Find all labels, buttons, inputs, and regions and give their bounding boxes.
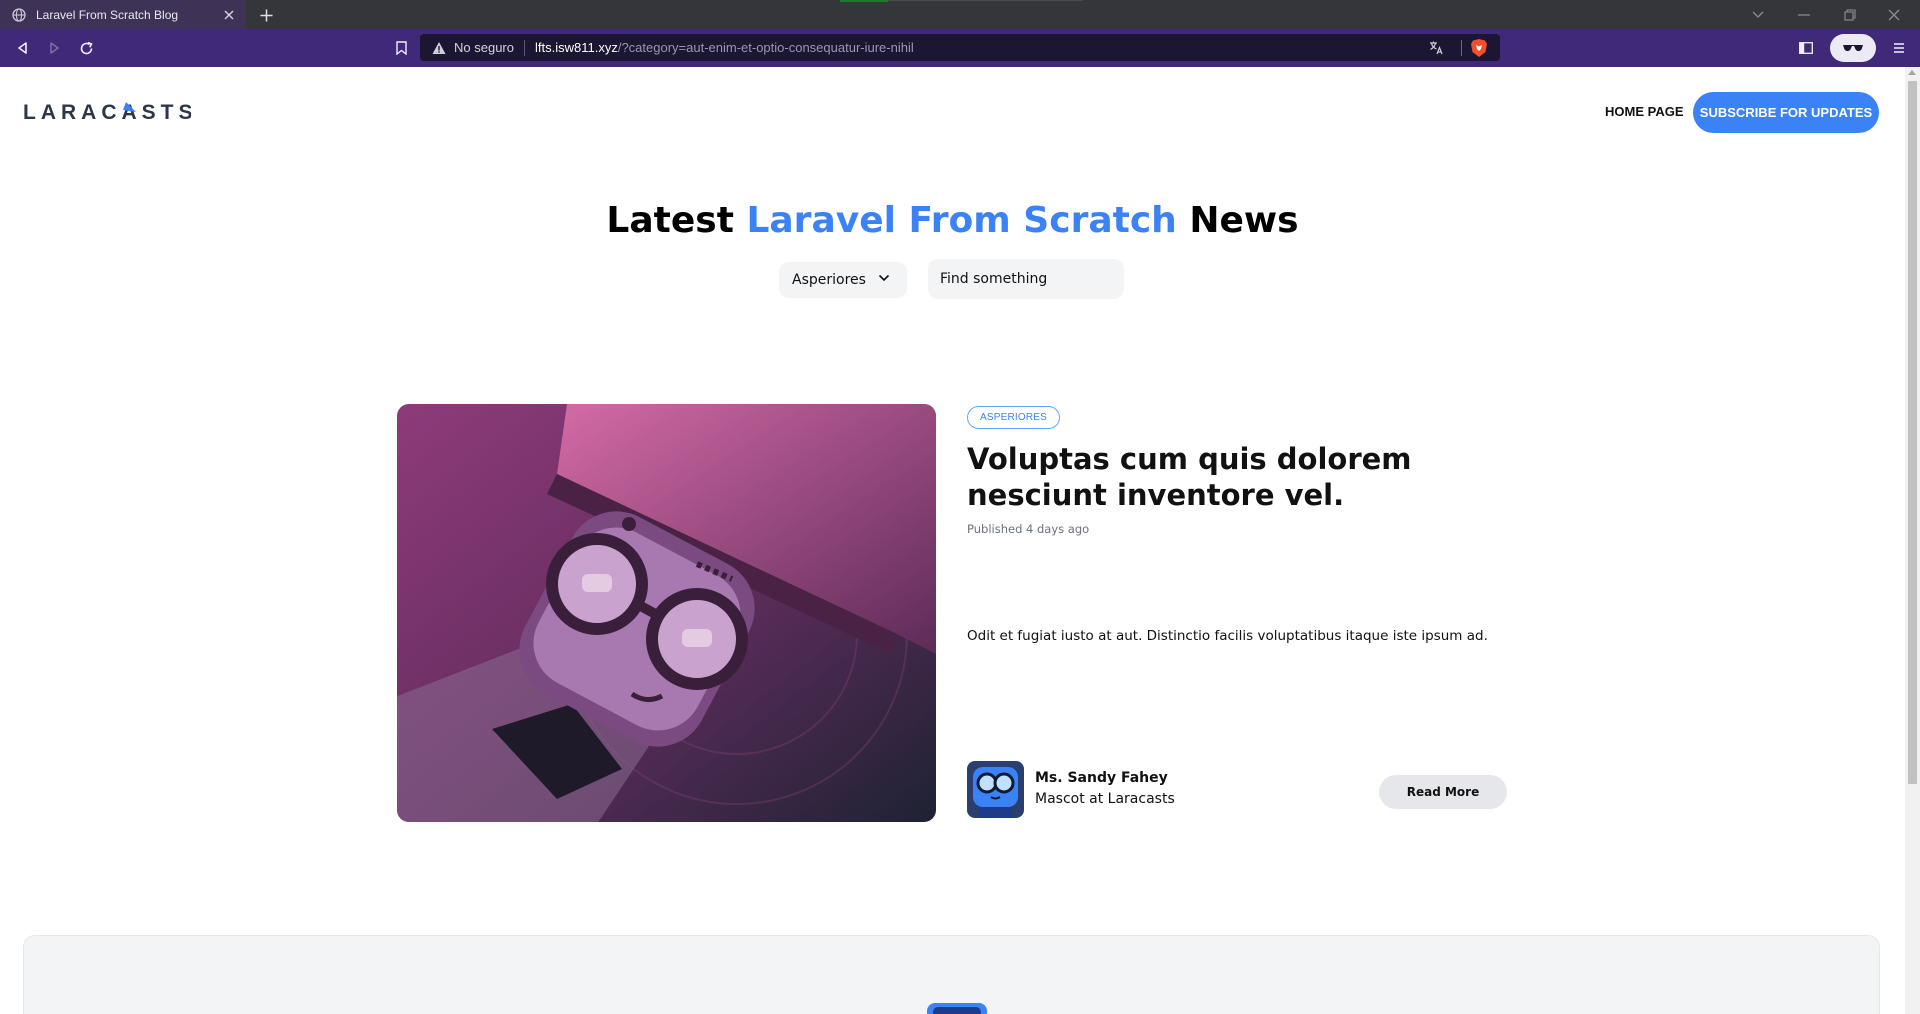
category-dropdown[interactable]: Asperiores xyxy=(779,262,907,298)
restore-icon[interactable] xyxy=(1837,4,1863,26)
title-prefix: Latest xyxy=(606,200,747,241)
forward-icon[interactable] xyxy=(43,37,65,59)
author-role: Mascot at Laracasts xyxy=(1035,791,1175,807)
omnibox-separator xyxy=(523,39,525,56)
category-selected-value: Asperiores xyxy=(792,272,866,288)
url-path: /?category=aut-enim-et-optio-consequatur… xyxy=(617,40,914,55)
scroll-up-icon[interactable] xyxy=(1908,70,1916,75)
private-window-icon[interactable] xyxy=(1830,34,1876,62)
tab-search-chevron-icon[interactable] xyxy=(1745,4,1771,26)
page-content: LARACASTS HOME PAGE SUBSCRIBE FOR UPDATE… xyxy=(0,67,1905,1014)
sidebar-toggle-icon[interactable] xyxy=(1795,37,1817,59)
scrollbar-thumb[interactable] xyxy=(1908,81,1917,784)
new-tab-button[interactable] xyxy=(256,5,276,25)
read-more-button[interactable]: Read More xyxy=(1379,775,1507,809)
brave-shields-icon[interactable] xyxy=(1470,38,1488,58)
minimize-icon[interactable] xyxy=(1791,4,1817,26)
logo-wordmark: LARACASTS xyxy=(23,101,191,123)
author-avatar xyxy=(967,761,1024,818)
browser-tab[interactable]: Laravel From Scratch Blog xyxy=(0,0,246,29)
security-label[interactable]: No seguro xyxy=(454,40,514,55)
newsletter-mascot-icon xyxy=(927,1003,987,1014)
close-window-icon[interactable] xyxy=(1881,4,1907,26)
post-title[interactable]: Voluptas cum quis dolorem nesciunt inven… xyxy=(967,441,1527,513)
post-thumbnail-image xyxy=(397,404,936,822)
back-icon[interactable] xyxy=(12,37,34,59)
published-date: Published 4 days ago xyxy=(967,522,1090,536)
close-tab-icon[interactable] xyxy=(220,6,238,24)
title-suffix: News xyxy=(1176,200,1299,241)
menu-icon[interactable] xyxy=(1889,37,1909,59)
globe-icon xyxy=(12,7,26,22)
title-accent: Laravel From Scratch xyxy=(746,200,1177,241)
chevron-down-icon xyxy=(878,274,890,282)
warning-icon xyxy=(432,41,446,54)
browser-tabstrip: Laravel From Scratch Blog xyxy=(0,0,1920,29)
tab-title: Laravel From Scratch Blog xyxy=(36,7,179,22)
author-name[interactable]: Ms. Sandy Fahey xyxy=(1035,770,1168,786)
tabstrip-divider xyxy=(888,0,1083,1)
reload-icon[interactable] xyxy=(75,37,97,59)
post-excerpt: Odit et fugiat iusto at aut. Distinctio … xyxy=(967,628,1488,644)
translate-icon[interactable] xyxy=(1428,40,1444,56)
home-page-link[interactable]: HOME PAGE xyxy=(1605,104,1684,119)
url-host: lfts.isw811.xyz xyxy=(534,40,618,55)
search-form[interactable] xyxy=(928,259,1124,299)
category-badge[interactable]: ASPERIORES xyxy=(967,406,1061,429)
loading-indicator xyxy=(840,0,888,2)
address-bar[interactable]: No seguro lfts.isw811.xyz/?category=aut-… xyxy=(420,34,1500,61)
browser-toolbar: No seguro lfts.isw811.xyz/?category=aut-… xyxy=(0,29,1920,67)
newsletter-section xyxy=(23,935,1880,1014)
page-title: Latest Laravel From Scratch News xyxy=(0,200,1905,241)
omnibox-divider xyxy=(1461,40,1462,56)
laracasts-logo[interactable]: LARACASTS xyxy=(23,101,191,123)
subscribe-button[interactable]: SUBSCRIBE FOR UPDATES xyxy=(1693,92,1879,133)
search-input[interactable] xyxy=(940,271,1110,287)
bookmark-icon[interactable] xyxy=(390,37,412,59)
page-scrollbar[interactable] xyxy=(1905,67,1920,1014)
